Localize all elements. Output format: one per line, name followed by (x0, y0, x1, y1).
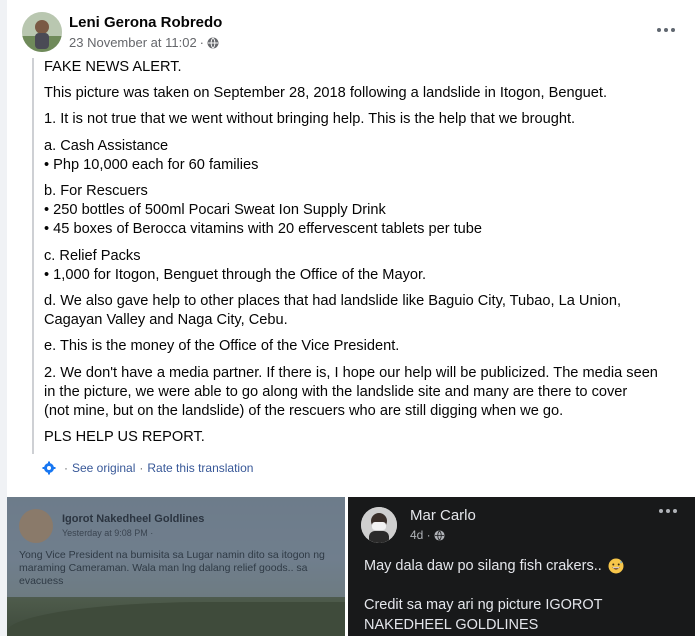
post-meta: 23 November at 11:02 · (69, 35, 219, 50)
post-text-line: • 45 boxes of Berocca vitamins with 20 e… (44, 221, 483, 238)
right-avatar-image (361, 507, 397, 543)
post-paragraph: a. Cash Assistance • Php 10,000 each for … (44, 137, 677, 175)
post-card: Leni Gerona Robredo 23 November at 11:02… (7, 0, 695, 636)
globe-icon[interactable] (207, 37, 219, 49)
left-image-text: Yong Vice President na bumisita sa Lugar… (19, 549, 325, 587)
right-image-name: Mar Carlo (410, 507, 476, 524)
post-paragraph: 2. We don't have a media partner. If the… (44, 364, 677, 422)
avatar-image (22, 12, 62, 52)
post-text-line: FAKE NEWS ALERT. (44, 59, 182, 75)
post-text-line: a. Cash Assistance (44, 137, 169, 154)
post-timestamp[interactable]: 23 November at 11:02 (69, 35, 197, 50)
left-post-image[interactable]: Igorot Nakedheel Goldlines Yesterday at … (7, 497, 345, 636)
post-text-line: (not mine, but on the landslide) of the … (44, 403, 564, 420)
post-text-line: e. This is the money of the Office of th… (44, 338, 400, 355)
right-image-meta: 4d · (410, 528, 445, 542)
post-text-line: Cagayan Valley and Naga City, Cebu. (44, 312, 288, 329)
post-body: FAKE NEWS ALERT. This picture was taken o… (32, 58, 677, 455)
post-paragraph: e. This is the money of the Office of th… (44, 337, 677, 356)
grinning-sweat-emoji (608, 558, 624, 574)
more-options-button[interactable] (652, 16, 680, 44)
right-image-more-icon (659, 509, 677, 513)
right-post-image[interactable]: Mar Carlo 4d · May dala daw po silang fi… (348, 497, 695, 636)
post-paragraph: This picture was taken on September 28, … (44, 84, 677, 103)
right-image-text1: May dala daw po silang fish crakers.. (364, 558, 602, 574)
right-image-text-line: May dala daw po silang fish crakers.. (364, 558, 624, 574)
right-globe-icon (434, 529, 445, 541)
translation-bar: · See original · Rate this translation (42, 461, 253, 475)
post-text-line: • 250 bottles of 500ml Pocari Sweat Ion … (44, 202, 386, 219)
post-text-line: b. For Rescuers (44, 183, 148, 200)
left-image-time: Yesterday at 9:08 PM · (62, 528, 154, 538)
post-text-line: 2. We don't have a media partner. If the… (44, 364, 658, 381)
right-image-time: 4d · (410, 528, 431, 542)
post-paragraph: 1. It is not true that we went without b… (44, 110, 677, 129)
left-image-name: Igorot Nakedheel Goldlines (62, 513, 205, 525)
more-icon (657, 28, 661, 32)
author-name[interactable]: Leni Gerona Robredo (69, 14, 222, 31)
post-paragraph: b. For Rescuers • 250 bottles of 500ml Po… (44, 182, 677, 240)
post-text-line: d. We also gave help to other places tha… (44, 293, 622, 310)
right-image-text2: Credit sa may ari ng picture IGOROT NAKE… (364, 597, 603, 633)
post-paragraph: c. Relief Packs • 1,000 for Itogon, Bengu… (44, 247, 677, 285)
translate-separator-dot: · (64, 461, 68, 475)
meta-separator: · (199, 35, 205, 50)
author-avatar[interactable] (22, 12, 62, 52)
rate-translation-link[interactable]: Rate this translation (147, 461, 253, 475)
see-original-link[interactable]: See original (72, 461, 135, 475)
post-paragraph: FAKE NEWS ALERT. (44, 58, 677, 77)
post-text-line: PLS HELP US REPORT. (44, 429, 205, 446)
translate-gear-icon (42, 461, 56, 475)
post-text-line: This picture was taken on September 28, … (44, 85, 608, 102)
post-text-line: • Php 10,000 each for 60 families (44, 156, 259, 173)
post-text-line: c. Relief Packs (44, 247, 141, 264)
left-image-avatar (19, 509, 53, 543)
post-header: Leni Gerona Robredo 23 November at 11:02… (22, 12, 682, 56)
post-text-line: 1. It is not true that we went without b… (44, 111, 576, 128)
post-text-line: • 1,000 for Itogon, Benguet through the … (44, 266, 427, 283)
post-paragraph: d. We also gave help to other places tha… (44, 292, 677, 330)
post-text-line: in the picture, we were able to go along… (44, 383, 628, 400)
post-paragraph: PLS HELP US REPORT. (44, 428, 677, 447)
right-image-avatar (361, 507, 397, 543)
translate-separator: · (139, 461, 144, 475)
